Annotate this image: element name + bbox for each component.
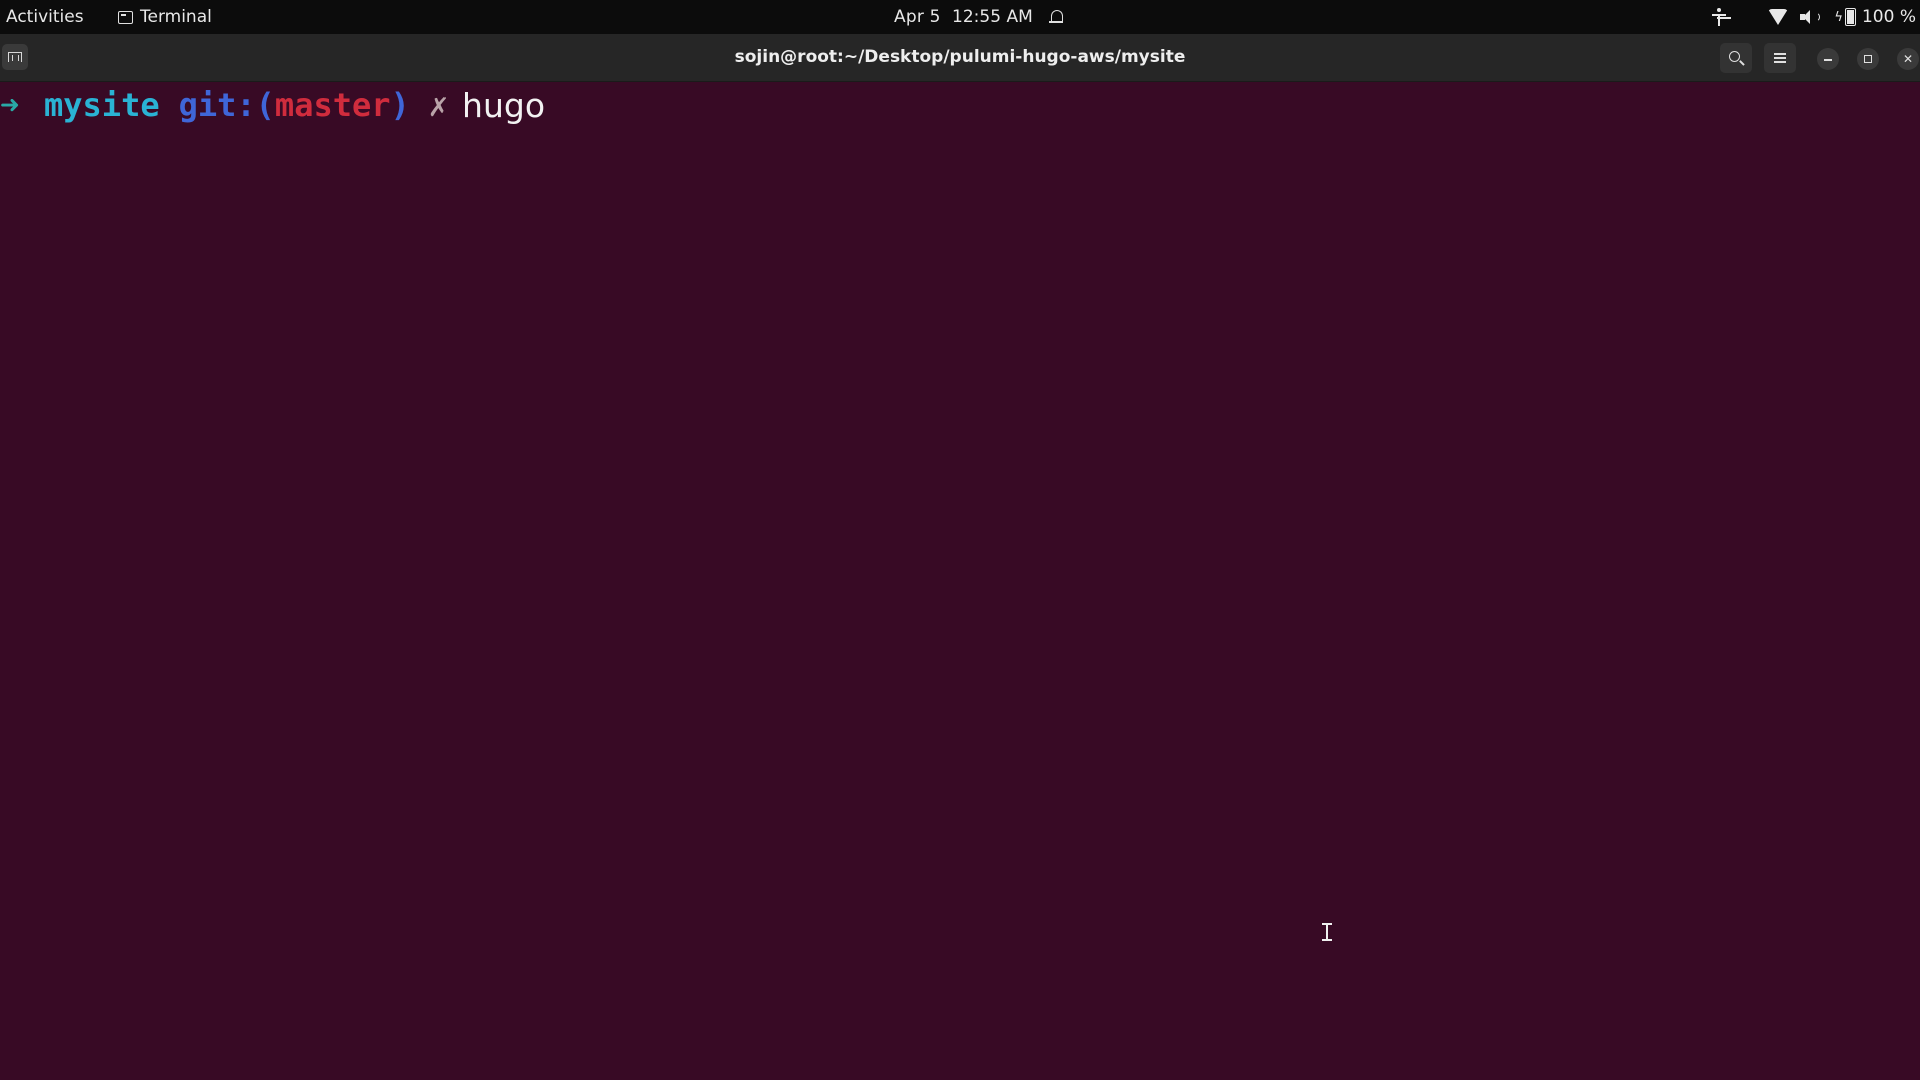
clock-date: Apr 5 <box>894 7 941 27</box>
terminal-titlebar: sojin@root:~/Desktop/pulumi-hugo-aws/mys… <box>0 34 1920 82</box>
terminal-app-icon <box>118 10 133 24</box>
top-bar: Activities Terminal Apr 5 12:55 AM ϟ 100… <box>0 0 1920 34</box>
menu-button[interactable] <box>1764 43 1796 73</box>
prompt-git-branch: master <box>274 86 391 124</box>
wifi-icon <box>1768 9 1789 25</box>
window-title: sojin@root:~/Desktop/pulumi-hugo-aws/mys… <box>734 47 1186 67</box>
app-menu[interactable]: Terminal <box>118 7 212 27</box>
search-icon <box>1729 51 1740 62</box>
terminal-output[interactable]: ➜ mysite git:(master) ✗ hugo <box>0 83 1920 1080</box>
maximize-button[interactable] <box>1857 48 1879 70</box>
volume-icon <box>1800 9 1821 25</box>
close-button[interactable]: ✕ <box>1897 48 1919 70</box>
charging-icon: ϟ <box>1834 9 1843 25</box>
activities-button[interactable]: Activities <box>6 7 84 27</box>
search-button[interactable] <box>1720 43 1752 73</box>
clock[interactable]: Apr 5 12:55 AM <box>894 7 1063 27</box>
accessibility-icon[interactable] <box>1712 8 1727 26</box>
app-menu-label: Terminal <box>140 7 212 27</box>
prompt-dirty-mark: ✗ <box>428 86 449 124</box>
prompt-arrow: ➜ <box>0 86 20 124</box>
close-icon: ✕ <box>1903 52 1914 66</box>
prompt-git-close: ) <box>390 86 410 124</box>
prompt-directory: mysite <box>44 86 160 124</box>
minimize-icon <box>1824 59 1832 61</box>
prompt-line: ➜ mysite git:(master) ✗ hugo <box>0 83 545 127</box>
minimize-button[interactable] <box>1817 48 1839 70</box>
text-cursor-icon <box>1322 923 1332 941</box>
maximize-icon <box>1864 55 1872 63</box>
prompt-git-label: git:( <box>178 86 275 124</box>
hamburger-menu-icon <box>1774 53 1786 55</box>
typed-command: hugo <box>462 85 546 125</box>
notification-bell-icon <box>1048 9 1063 25</box>
clock-time: 12:55 AM <box>952 7 1033 27</box>
battery-percent: 100 % <box>1861 7 1916 27</box>
battery-icon <box>1844 8 1856 26</box>
system-status-area[interactable]: ϟ 100 % <box>1712 5 1920 29</box>
